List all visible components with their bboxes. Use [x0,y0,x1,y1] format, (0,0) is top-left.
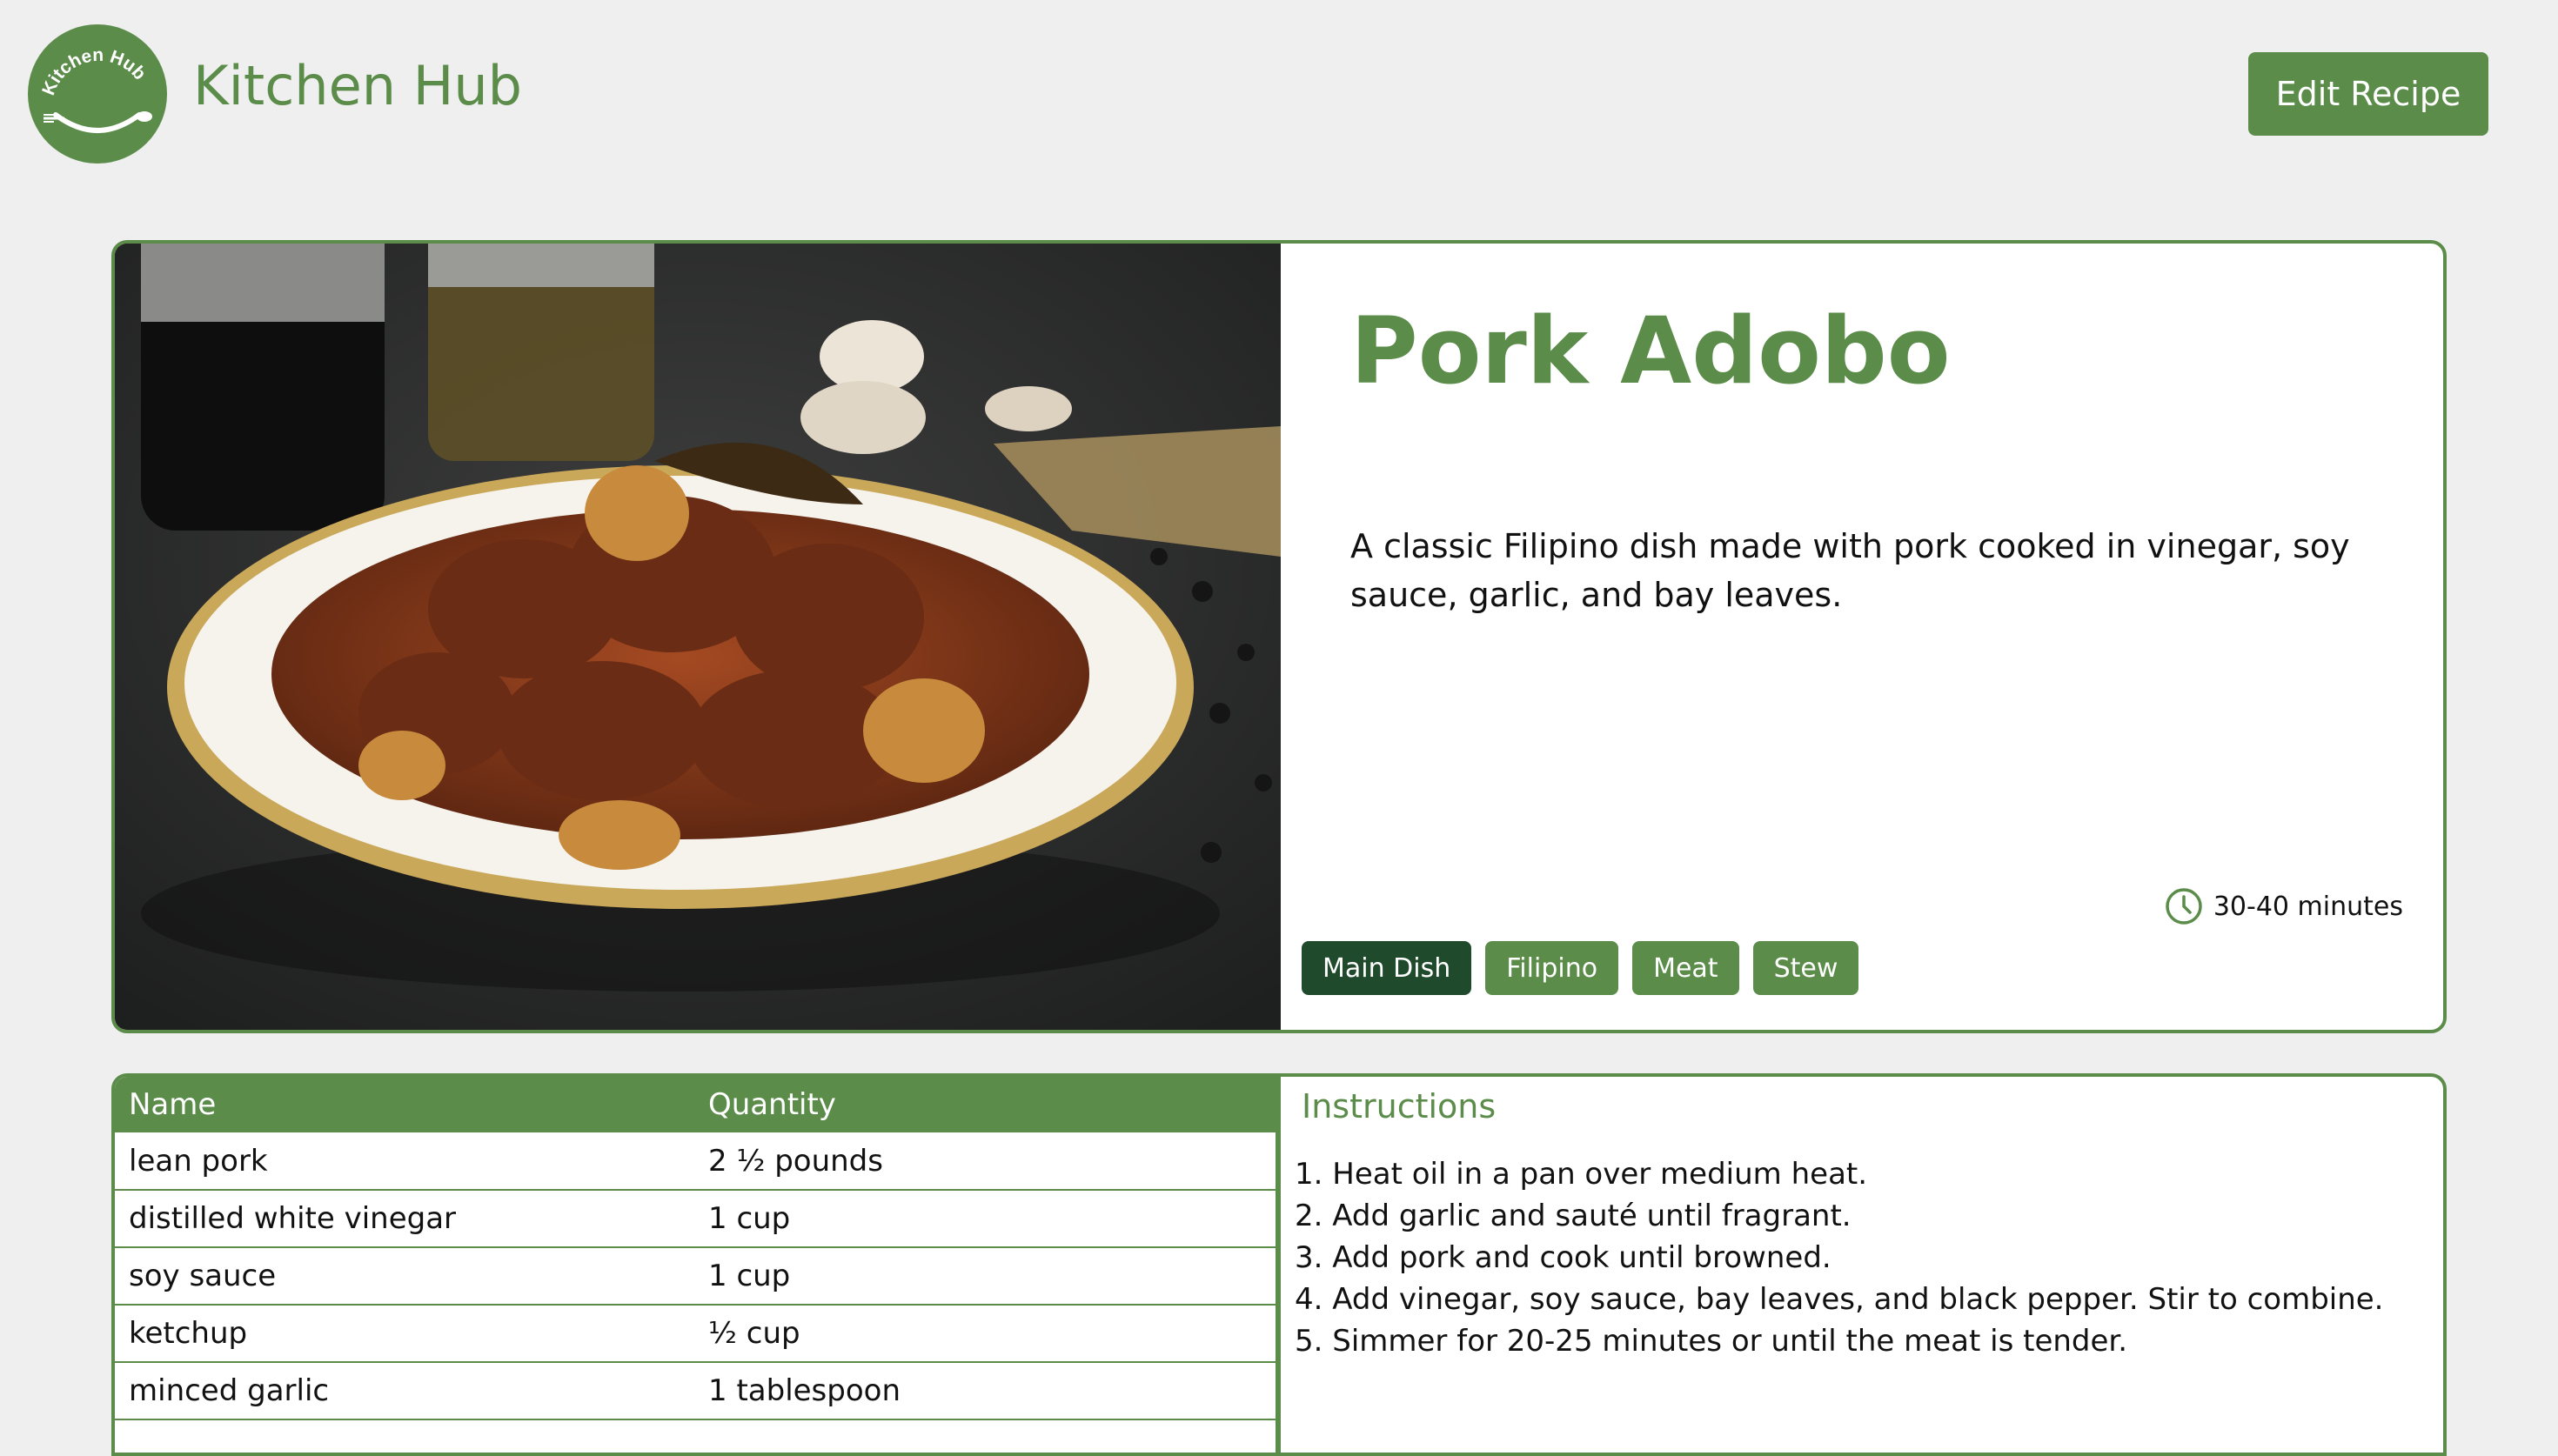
ingredient-quantity: 1 cup [694,1247,1276,1306]
tag-list: Main Dish Filipino Meat Stew [1302,941,1859,995]
tag-meat[interactable]: Meat [1632,941,1739,995]
instruction-step: 4. Add vinegar, soy sauce, bay leaves, a… [1295,1282,2384,1317]
table-row: soy sauce 1 cup [115,1247,1276,1306]
app-title[interactable]: Kitchen Hub [193,54,522,117]
column-header-name: Name [115,1077,694,1132]
instructions-list: 1. Heat oil in a pan over medium heat. 2… [1295,1153,2384,1362]
table-row: distilled white vinegar 1 cup [115,1190,1276,1248]
kitchen-hub-logo[interactable]: Kitchen Hub [28,24,167,164]
cook-time: 30-40 minutes [2165,887,2403,925]
tag-filipino[interactable]: Filipino [1485,941,1619,995]
recipe-description: A classic Filipino dish made with pork c… [1350,527,2350,614]
recipe-card: Pork Adobo A classic Filipino dish made … [111,240,2447,1033]
cook-time-label: 30-40 minutes [2213,891,2403,922]
instruction-step: 2. Add garlic and sauté until fragrant. [1295,1199,1852,1233]
ingredient-quantity: 1 cup [694,1190,1276,1248]
column-header-quantity: Quantity [694,1077,1276,1132]
ingredient-name: minced garlic [115,1362,694,1420]
instruction-step: 3. Add pork and cook until browned. [1295,1240,1831,1275]
clock-icon [2165,887,2203,925]
recipe-photo [115,244,1281,1030]
ingredient-name: soy sauce [115,1247,694,1306]
ingredients-table: Name Quantity lean pork 2 ½ pounds disti… [111,1073,1279,1456]
recipe-title: Pork Adobo [1350,297,1951,404]
table-row: ketchup ½ cup [115,1305,1276,1363]
ingredient-quantity: 1 tablespoon [694,1362,1276,1420]
ingredient-name: ketchup [115,1305,694,1363]
edit-recipe-button[interactable]: Edit Recipe [2248,52,2488,136]
tag-main-dish[interactable]: Main Dish [1302,941,1472,995]
ingredient-quantity: 2 ½ pounds [694,1132,1276,1191]
svg-text:Kitchen Hub: Kitchen Hub [38,45,150,98]
ingredient-name: lean pork [115,1132,694,1191]
ingredient-name: distilled white vinegar [115,1190,694,1248]
logo-text: Kitchen Hub [38,45,150,98]
app-header: Kitchen Hub Kitchen Hub Edit Recipe [0,0,2558,191]
table-row: lean pork 2 ½ pounds [115,1132,1276,1191]
instructions-panel: Instructions 1. Heat oil in a pan over m… [1277,1073,2447,1456]
instruction-step: 1. Heat oil in a pan over medium heat. [1295,1157,1868,1192]
logo-graphic: Kitchen Hub [38,45,152,133]
table-header-row: Name Quantity [115,1077,1276,1132]
recipe-details: Pork Adobo A classic Filipino dish made … [1281,244,2443,1030]
table-row: minced garlic 1 tablespoon [115,1362,1276,1420]
instruction-step: 5. Simmer for 20-25 minutes or until the… [1295,1324,2128,1359]
tag-stew[interactable]: Stew [1752,941,1859,995]
instructions-title: Instructions [1302,1087,1497,1125]
ingredient-quantity: ½ cup [694,1305,1276,1363]
